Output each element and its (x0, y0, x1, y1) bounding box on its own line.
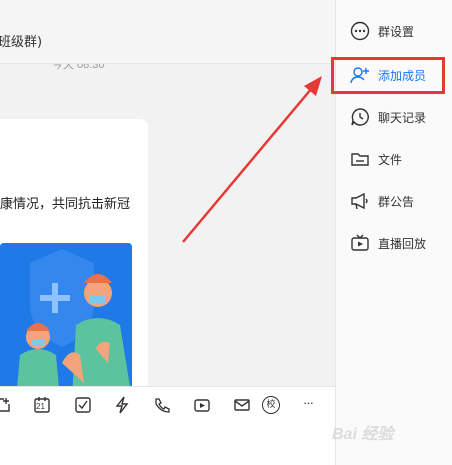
chat-area[interactable]: 今天 08:30 康情况，共同抗击新冠 (0, 64, 335, 386)
folder-icon (350, 149, 370, 169)
checkbox-icon[interactable] (74, 396, 92, 414)
mail-icon[interactable] (233, 396, 251, 414)
message-timestamp: 今天 08:30 (52, 64, 105, 71)
sidebar-item-label: 群公告 (378, 195, 415, 209)
watermark-logo: Bai 经验 (332, 426, 394, 443)
message-image[interactable] (0, 243, 132, 386)
sidebar-item-announcement[interactable]: 群公告 (336, 183, 452, 217)
live-icon[interactable] (193, 396, 211, 414)
calendar-number: 21 (36, 402, 45, 411)
sidebar-item-label: 文件 (378, 153, 403, 167)
chat-history-icon (350, 107, 370, 127)
sidebar-item-label: 聊天记录 (378, 111, 427, 125)
group-name: 班级群) (0, 35, 43, 50)
sidebar-item-label: 添加成员 (378, 69, 427, 83)
more-circle-icon (350, 21, 370, 41)
sidebar-item-files[interactable]: 文件 (336, 141, 452, 175)
megaphone-icon (350, 191, 370, 211)
add-user-icon (350, 65, 370, 85)
message-text: 康情况，共同抗击新冠 (0, 197, 131, 212)
illustration-graphic (0, 243, 132, 386)
chat-header: 班级群) (0, 0, 335, 64)
sidebar-item-chat-history[interactable]: 聊天记录 (336, 99, 452, 133)
more-icon[interactable]: ··· (303, 396, 321, 414)
sidebar-item-add-member[interactable]: 添加成员 (331, 57, 452, 94)
sidebar-item-group-settings[interactable]: 群设置 (336, 13, 452, 47)
input-toolbar: 21 校 ··· (0, 386, 335, 465)
lightning-icon[interactable] (113, 396, 131, 414)
group-sidebar: 群设置 添加成员 聊天记录 文件 群公告 直播回放 (331, 0, 452, 465)
tv-icon (350, 233, 370, 253)
attachment-icon[interactable] (0, 396, 12, 414)
sidebar-item-live-replay[interactable]: 直播回放 (336, 225, 452, 259)
phone-icon[interactable] (153, 396, 171, 414)
message-card[interactable]: 康情况，共同抗击新冠 (0, 119, 148, 386)
school-icon[interactable]: 校 (262, 396, 280, 414)
sidebar-item-label: 直播回放 (378, 237, 427, 251)
sidebar-item-label: 群设置 (378, 25, 415, 39)
